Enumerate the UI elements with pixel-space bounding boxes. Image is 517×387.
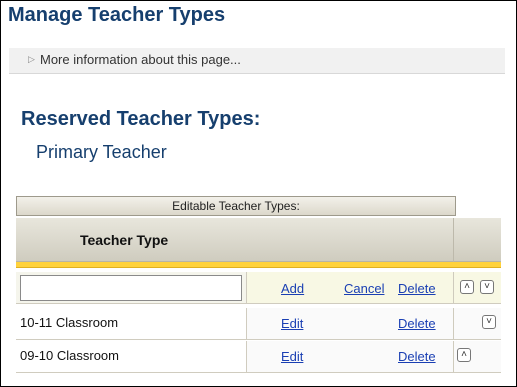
double-chevron-down-icon[interactable]: ˅ xyxy=(482,315,496,329)
accent-bar xyxy=(16,262,501,268)
delete-link[interactable]: Delete xyxy=(398,316,436,331)
more-info-link[interactable]: More information about this page... xyxy=(40,52,241,67)
reserved-types-heading: Reserved Teacher Types: xyxy=(21,108,261,130)
type-name-cell: 10-11 Classroom xyxy=(16,308,247,339)
type-name: 09-10 Classroom xyxy=(20,348,119,363)
table-row: 10-11 Classroom Edit Delete ˅ xyxy=(16,308,501,340)
teacher-type-column-header[interactable]: Teacher Type xyxy=(80,232,168,248)
grid-caption: Editable Teacher Types: xyxy=(16,196,456,216)
edit-link[interactable]: Edit xyxy=(281,349,303,364)
add-link[interactable]: Add xyxy=(281,281,304,296)
delete-link[interactable]: Delete xyxy=(398,349,436,364)
double-chevron-up-icon[interactable]: ˄ xyxy=(457,348,471,362)
cell-separator xyxy=(453,272,454,303)
info-bar[interactable]: ▷ More information about this page... xyxy=(9,48,505,74)
new-type-row: Add Cancel Delete ˄ ˅ xyxy=(16,272,501,304)
page-title: Manage Teacher Types xyxy=(8,4,226,26)
double-chevron-down-icon[interactable]: ˅ xyxy=(480,280,494,294)
edit-link[interactable]: Edit xyxy=(281,316,303,331)
new-teacher-type-input[interactable] xyxy=(20,275,242,301)
grid-header: Teacher Type xyxy=(16,218,501,262)
new-type-cell xyxy=(16,272,247,303)
reserved-type-item: Primary Teacher xyxy=(36,142,167,162)
header-separator xyxy=(453,218,454,262)
cell-separator xyxy=(453,341,454,372)
cell-separator xyxy=(453,308,454,339)
double-chevron-up-icon[interactable]: ˄ xyxy=(460,280,474,294)
type-name: 10-11 Classroom xyxy=(20,315,119,330)
expand-triangle-icon[interactable]: ▷ xyxy=(28,54,35,65)
cancel-link[interactable]: Cancel xyxy=(344,281,384,296)
delete-link[interactable]: Delete xyxy=(398,281,436,296)
type-name-cell: 09-10 Classroom xyxy=(16,341,247,372)
table-row: 09-10 Classroom Edit Delete ˄ xyxy=(16,341,501,373)
